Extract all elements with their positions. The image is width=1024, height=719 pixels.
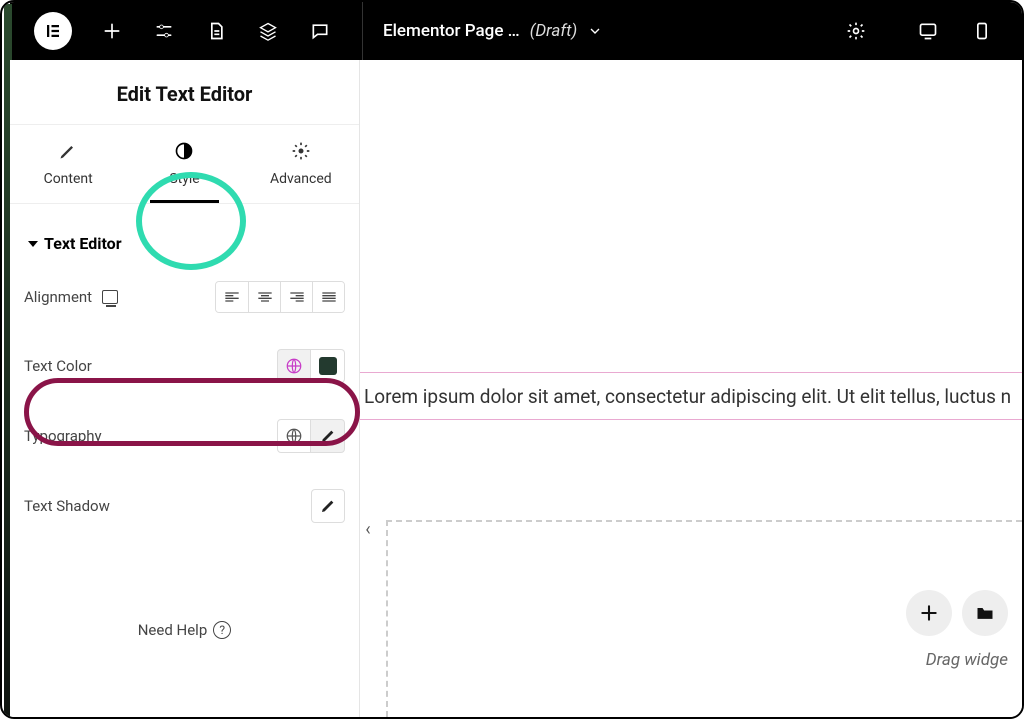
responsive-device-icon[interactable]: [102, 290, 118, 304]
alignment-buttons: [215, 281, 345, 313]
contrast-icon: [174, 141, 194, 161]
alignment-label: Alignment: [24, 288, 92, 306]
color-swatch: [319, 357, 337, 375]
color-picker-button[interactable]: [311, 349, 345, 383]
comments-icon[interactable]: [308, 19, 332, 43]
gear-icon: [291, 141, 311, 161]
tab-style[interactable]: Style: [126, 125, 242, 203]
tab-content-label: Content: [44, 171, 93, 187]
text-shadow-label: Text Shadow: [24, 497, 110, 515]
folder-icon: [975, 603, 995, 623]
plus-icon: [919, 603, 939, 623]
widget-text-content: Lorem ipsum dolor sit amet, consectetur …: [364, 385, 1011, 408]
panel-tabs: Content Style Advanced: [10, 124, 359, 204]
gear-icon[interactable]: [844, 19, 868, 43]
pencil-icon: [58, 141, 78, 161]
tab-advanced[interactable]: Advanced: [243, 125, 359, 203]
drag-hint: Drag widge: [926, 650, 1008, 670]
section-head-label: Text Editor: [44, 234, 122, 253]
page-title: Elementor Page …: [383, 21, 520, 41]
help-icon: ?: [213, 621, 231, 639]
caret-down-icon: [28, 241, 38, 247]
section-text-editor[interactable]: Text Editor: [10, 204, 359, 263]
tab-style-label: Style: [169, 171, 199, 187]
settings-sliders-icon[interactable]: [152, 19, 176, 43]
global-typography-button[interactable]: [277, 419, 311, 453]
align-right-button[interactable]: [280, 282, 312, 312]
globe-icon: [285, 427, 303, 445]
edit-text-shadow-button[interactable]: [311, 489, 345, 523]
need-help-link[interactable]: Need Help ?: [10, 541, 359, 639]
mobile-device-icon[interactable]: [970, 19, 994, 43]
chevron-down-icon: [587, 23, 603, 39]
layers-icon[interactable]: [256, 19, 280, 43]
template-library-button[interactable]: [962, 590, 1008, 636]
desktop-device-icon[interactable]: [916, 19, 940, 43]
top-bar: Elementor Page … (Draft): [10, 2, 1022, 60]
tab-advanced-label: Advanced: [270, 171, 332, 187]
text-color-label: Text Color: [24, 357, 92, 375]
typography-label: Typography: [24, 427, 102, 445]
elementor-logo-icon[interactable]: [34, 12, 72, 50]
control-text-color: Text Color: [10, 331, 359, 401]
panel-title: Edit Text Editor: [10, 60, 359, 124]
page-status: (Draft): [530, 21, 578, 41]
control-alignment: Alignment: [10, 263, 359, 331]
add-section-button[interactable]: [906, 590, 952, 636]
control-text-shadow: Text Shadow: [10, 471, 359, 541]
tab-content[interactable]: Content: [10, 125, 126, 203]
align-left-button[interactable]: [216, 282, 248, 312]
document-icon[interactable]: [204, 19, 228, 43]
editor-canvas: ‹ Lorem ipsum dolor sit amet, consectetu…: [360, 60, 1022, 717]
align-center-button[interactable]: [248, 282, 280, 312]
edit-typography-button[interactable]: [311, 419, 345, 453]
control-typography: Typography: [10, 401, 359, 471]
globe-icon: [285, 357, 303, 375]
add-widget-button[interactable]: [100, 19, 124, 43]
align-justify-button[interactable]: [312, 282, 344, 312]
pencil-icon: [320, 498, 336, 514]
page-title-area[interactable]: Elementor Page … (Draft): [363, 21, 844, 41]
text-widget-selected[interactable]: Lorem ipsum dolor sit amet, consectetur …: [360, 372, 1022, 420]
collapse-sidebar-button[interactable]: ‹: [360, 506, 378, 552]
editor-sidebar: Edit Text Editor Content Style Advanced: [10, 60, 360, 717]
global-color-button[interactable]: [277, 349, 311, 383]
need-help-label: Need Help: [138, 621, 208, 639]
pencil-icon: [320, 428, 336, 444]
